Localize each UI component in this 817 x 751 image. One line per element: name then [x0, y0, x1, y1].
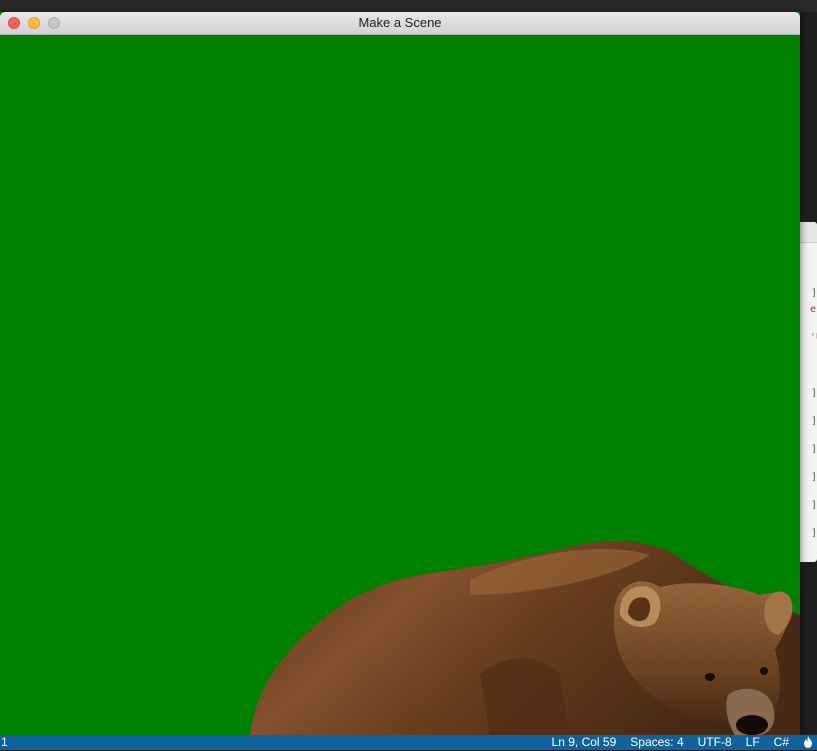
background-window-bar — [0, 0, 817, 12]
cursor-position[interactable]: Ln 9, Col 59 — [552, 735, 617, 749]
background-code-bracket: ] — [811, 388, 817, 399]
line-ending-setting[interactable]: LF — [746, 735, 760, 749]
background-code-snippet: 'U — [810, 332, 817, 343]
background-code-bracket: ] — [811, 444, 817, 455]
background-code-snippet: e — [810, 304, 817, 315]
indentation-setting[interactable]: Spaces: 4 — [630, 735, 683, 749]
bear-eye-right — [760, 667, 768, 675]
language-mode[interactable]: C# — [774, 735, 789, 749]
window-titlebar[interactable]: Make a Scene — [0, 12, 800, 35]
status-left-indicator[interactable]: 1 — [1, 735, 8, 749]
scene-canvas[interactable] — [0, 35, 800, 735]
background-code-bracket: ] — [811, 500, 817, 511]
background-code-bracket: ] — [811, 528, 817, 539]
status-bar: 1 Ln 9, Col 59 Spaces: 4 UTF-8 LF C# — [0, 735, 817, 750]
bear-nose — [736, 715, 768, 735]
background-code-bracket: ] — [811, 288, 817, 299]
encoding-setting[interactable]: UTF-8 — [698, 735, 732, 749]
flame-icon[interactable] — [803, 736, 813, 748]
scene-window: Make a Scene — [0, 12, 800, 735]
bear-image — [250, 541, 800, 735]
background-code-bracket: ] — [811, 416, 817, 427]
bear-eye-left — [705, 673, 715, 681]
background-code-bracket: ] — [811, 472, 817, 483]
window-title: Make a Scene — [358, 15, 442, 30]
